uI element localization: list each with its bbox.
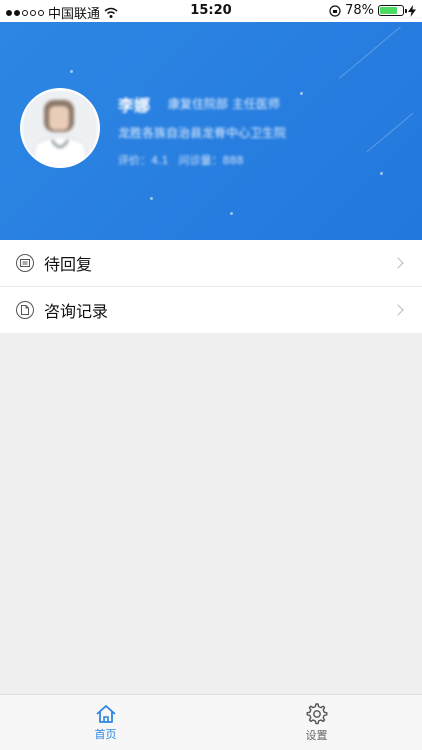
tab-bar: 首页 设置 (0, 694, 422, 750)
decor-sparkle (230, 212, 233, 215)
doctor-stats: 评价：4.1 问诊量：888 (118, 152, 244, 168)
doctor-title: 康复住院部 主任医师 (168, 97, 280, 111)
doctor-photo (22, 90, 98, 166)
doctor-hospital: 龙胜各族自治县龙脊中心卫生院 (118, 126, 287, 140)
decor-sparkle (70, 70, 73, 73)
doctor-name: 李娜 (118, 96, 151, 115)
doctor-consultations: 问诊量：888 (178, 154, 244, 167)
battery-icon (378, 5, 407, 16)
chevron-right-icon (392, 304, 404, 316)
menu-item-consult-records[interactable]: 咨询记录 (0, 287, 422, 333)
decor-sparkle (300, 92, 303, 95)
decor-sparkle (380, 172, 383, 175)
decor-streak (339, 26, 401, 79)
status-bar: 中国联通 15:20 78% (0, 0, 422, 22)
menu-item-pending-reply[interactable]: 待回复 (0, 240, 422, 287)
battery-level-fill (380, 7, 398, 14)
chevron-right-icon (392, 257, 404, 269)
tab-settings[interactable]: 设置 (211, 695, 422, 750)
menu-item-label: 待回复 (44, 255, 93, 274)
decor-sparkle (150, 197, 153, 200)
decor-streak (366, 112, 414, 153)
status-right: 78% (329, 3, 416, 18)
gear-icon (306, 702, 327, 724)
menu-item-label: 咨询记录 (44, 302, 109, 321)
message-icon (16, 254, 34, 272)
rotation-lock-icon (329, 4, 341, 17)
document-icon (16, 301, 34, 319)
tab-home[interactable]: 首页 (0, 695, 211, 750)
menu-list: 待回复 咨询记录 (0, 240, 422, 333)
home-icon (95, 704, 116, 723)
doctor-rating: 评价：4.1 (118, 154, 169, 167)
charging-bolt-icon (408, 4, 416, 17)
tab-label: 首页 (94, 727, 117, 741)
profile-header: 李娜 康复住院部 主任医师 龙胜各族自治县龙脊中心卫生院 评价：4.1 问诊量：… (0, 22, 422, 240)
battery-percent: 78% (345, 3, 374, 18)
tab-label: 设置 (305, 728, 328, 742)
avatar[interactable] (20, 88, 100, 168)
